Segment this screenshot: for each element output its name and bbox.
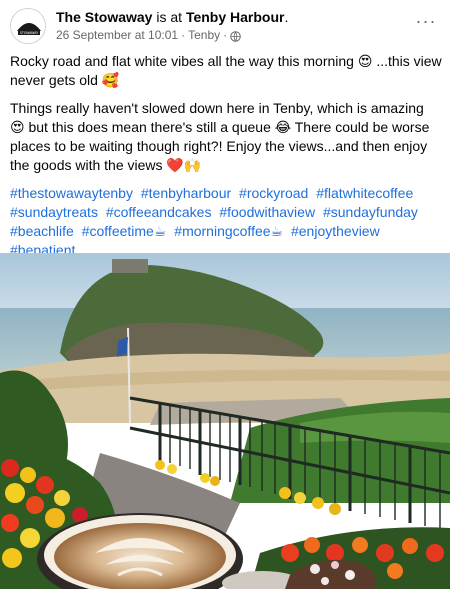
location-suffix: .	[284, 9, 289, 25]
separator: ·	[181, 28, 186, 42]
author-name[interactable]: The Stowaway	[56, 9, 152, 25]
hashtag-link[interactable]: #coffeeandcakes	[106, 204, 212, 220]
hashtag-link[interactable]: #flatwhitecoffee	[316, 185, 413, 201]
post-photo[interactable]	[0, 253, 450, 589]
hashtag-list: #thestowawaytenby #tenbyharbour #rockyro…	[10, 184, 442, 260]
post-paragraph-1: Rocky road and flat white vibes all the …	[10, 53, 442, 88]
post-timestamp[interactable]: 26 September at 10:01	[56, 27, 178, 43]
post-header: STOWAWAY The Stowaway is at Tenby Harbou…	[10, 6, 442, 46]
hashtag-link[interactable]: #enjoytheview	[291, 223, 380, 239]
more-options-icon[interactable]: ···	[414, 12, 438, 34]
hashtag-link[interactable]: #beachlife	[10, 223, 74, 239]
post-paragraph-2: Things really haven't slowed down here i…	[10, 100, 430, 173]
hashtag-link[interactable]: #coffeetime☕	[82, 223, 167, 239]
post-body: Rocky road and flat white vibes all the …	[10, 52, 442, 260]
hashtag-link[interactable]: #thestowawaytenby	[10, 185, 133, 201]
facebook-post: STOWAWAY The Stowaway is at Tenby Harbou…	[0, 0, 450, 589]
hashtag-link[interactable]: #tenbyharbour	[141, 185, 231, 201]
hashtag-link[interactable]: #morningcoffee☕	[174, 223, 283, 239]
hashtag-link[interactable]: #rockyroad	[239, 185, 308, 201]
hashtag-link[interactable]: #sundayfunday	[323, 204, 418, 220]
svg-text:STOWAWAY: STOWAWAY	[20, 31, 38, 35]
hashtag-link[interactable]: #foodwithaview	[219, 204, 315, 220]
page-avatar[interactable]: STOWAWAY	[10, 8, 46, 44]
harbour-photo-illustration	[0, 253, 450, 589]
hashtag-link[interactable]: #sundaytreats	[10, 204, 98, 220]
at-text: is at	[156, 9, 183, 25]
location-link[interactable]: Tenby Harbour	[186, 9, 285, 25]
place-link[interactable]: Tenby	[188, 27, 220, 43]
stowaway-logo-icon: STOWAWAY	[11, 9, 45, 43]
separator: ·	[223, 28, 228, 42]
globe-icon[interactable]	[230, 30, 241, 42]
